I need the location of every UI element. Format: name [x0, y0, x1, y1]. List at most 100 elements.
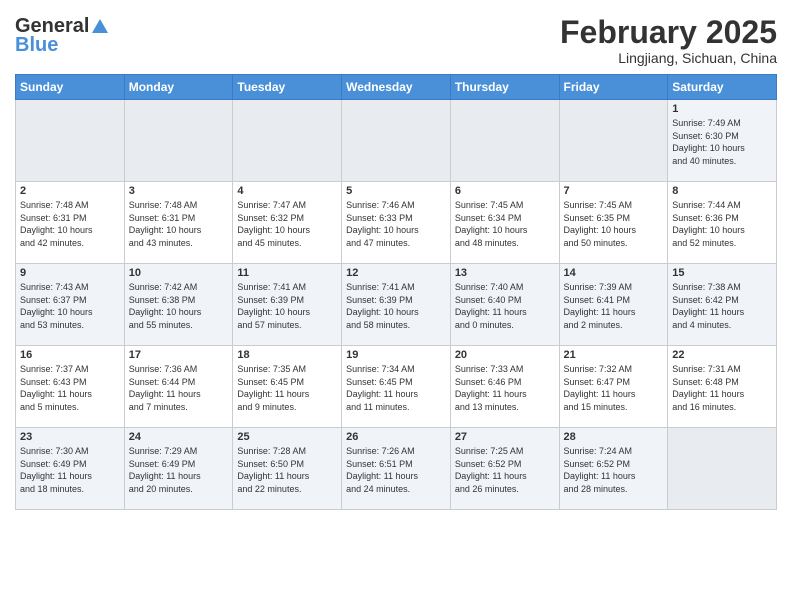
location: Lingjiang, Sichuan, China [560, 50, 777, 66]
calendar-cell: 8 Sunrise: 7:44 AM Sunset: 6:36 PM Daylig… [668, 182, 777, 264]
day-number: 19 [346, 349, 446, 361]
calendar-cell: 28 Sunrise: 7:24 AM Sunset: 6:52 PM Dayli… [559, 428, 668, 510]
logo-blue: Blue [15, 34, 58, 57]
logo-icon [90, 17, 110, 37]
calendar-header-row: SundayMondayTuesdayWednesdayThursdayFrid… [16, 75, 777, 100]
day-number: 17 [129, 349, 229, 361]
calendar-cell [668, 428, 777, 510]
calendar-cell: 21 Sunrise: 7:32 AM Sunset: 6:47 PM Dayli… [559, 346, 668, 428]
header: General Blue February 2025 Lingjiang, Si… [15, 15, 777, 66]
day-info: Sunrise: 7:31 AM Sunset: 6:48 PM Dayligh… [672, 363, 772, 413]
calendar-cell: 14Sunrise: 7:39 AM Sunset: 6:41 PM Dayli… [559, 264, 668, 346]
day-info: Sunrise: 7:41 AM Sunset: 6:39 PM Dayligh… [237, 281, 337, 331]
day-number: 22 [672, 349, 772, 361]
day-number: 3 [129, 185, 229, 197]
day-number: 26 [346, 431, 446, 443]
day-info: Sunrise: 7:45 AM Sunset: 6:34 PM Dayligh… [455, 199, 555, 249]
calendar-cell: 5Sunrise: 7:46 AM Sunset: 6:33 PM Daylig… [342, 182, 451, 264]
calendar-cell: 15 Sunrise: 7:38 AM Sunset: 6:42 PM Dayli… [668, 264, 777, 346]
day-number: 28 [564, 431, 664, 443]
day-info: Sunrise: 7:33 AM Sunset: 6:46 PM Dayligh… [455, 363, 555, 413]
calendar-cell [233, 100, 342, 182]
day-number: 13 [455, 267, 555, 279]
calendar-header-thursday: Thursday [450, 75, 559, 100]
day-info: Sunrise: 7:45 AM Sunset: 6:35 PM Dayligh… [564, 199, 664, 249]
day-number: 10 [129, 267, 229, 279]
calendar-cell: 17 Sunrise: 7:36 AM Sunset: 6:44 PM Dayli… [124, 346, 233, 428]
calendar-header-monday: Monday [124, 75, 233, 100]
calendar-cell: 27 Sunrise: 7:25 AM Sunset: 6:52 PM Dayli… [450, 428, 559, 510]
day-info: Sunrise: 7:44 AM Sunset: 6:36 PM Dayligh… [672, 199, 772, 249]
calendar-header-friday: Friday [559, 75, 668, 100]
day-number: 12 [346, 267, 446, 279]
day-number: 9 [20, 267, 120, 279]
calendar-cell: 18Sunrise: 7:35 AM Sunset: 6:45 PM Dayli… [233, 346, 342, 428]
day-number: 6 [455, 185, 555, 197]
month-title: February 2025 [560, 15, 777, 50]
logo: General Blue [15, 15, 110, 57]
calendar-week-row: 1 Sunrise: 7:49 AM Sunset: 6:30 PM Daylig… [16, 100, 777, 182]
day-number: 7 [564, 185, 664, 197]
day-number: 1 [672, 103, 772, 115]
day-info: Sunrise: 7:37 AM Sunset: 6:43 PM Dayligh… [20, 363, 120, 413]
calendar-cell: 13 Sunrise: 7:40 AM Sunset: 6:40 PM Dayli… [450, 264, 559, 346]
calendar-cell: 1 Sunrise: 7:49 AM Sunset: 6:30 PM Daylig… [668, 100, 777, 182]
calendar-cell: 20 Sunrise: 7:33 AM Sunset: 6:46 PM Dayli… [450, 346, 559, 428]
title-section: February 2025 Lingjiang, Sichuan, China [560, 15, 777, 66]
calendar-cell: 24 Sunrise: 7:29 AM Sunset: 6:49 PM Dayli… [124, 428, 233, 510]
day-info: Sunrise: 7:36 AM Sunset: 6:44 PM Dayligh… [129, 363, 229, 413]
calendar-cell: 10 Sunrise: 7:42 AM Sunset: 6:38 PM Dayli… [124, 264, 233, 346]
day-info: Sunrise: 7:38 AM Sunset: 6:42 PM Dayligh… [672, 281, 772, 331]
day-info: Sunrise: 7:29 AM Sunset: 6:49 PM Dayligh… [129, 445, 229, 495]
calendar-cell: 7 Sunrise: 7:45 AM Sunset: 6:35 PM Daylig… [559, 182, 668, 264]
day-number: 20 [455, 349, 555, 361]
day-number: 15 [672, 267, 772, 279]
day-number: 11 [237, 267, 337, 279]
day-info: Sunrise: 7:48 AM Sunset: 6:31 PM Dayligh… [129, 199, 229, 249]
calendar-cell: 19 Sunrise: 7:34 AM Sunset: 6:45 PM Dayli… [342, 346, 451, 428]
calendar-cell: 4Sunrise: 7:47 AM Sunset: 6:32 PM Daylig… [233, 182, 342, 264]
calendar-cell: 23 Sunrise: 7:30 AM Sunset: 6:49 PM Dayli… [16, 428, 125, 510]
day-info: Sunrise: 7:24 AM Sunset: 6:52 PM Dayligh… [564, 445, 664, 495]
calendar-header-wednesday: Wednesday [342, 75, 451, 100]
calendar-cell [559, 100, 668, 182]
day-info: Sunrise: 7:41 AM Sunset: 6:39 PM Dayligh… [346, 281, 446, 331]
calendar-cell: 25Sunrise: 7:28 AM Sunset: 6:50 PM Dayli… [233, 428, 342, 510]
calendar-cell [342, 100, 451, 182]
calendar-table: SundayMondayTuesdayWednesdayThursdayFrid… [15, 74, 777, 510]
day-number: 24 [129, 431, 229, 443]
calendar-cell [16, 100, 125, 182]
day-info: Sunrise: 7:40 AM Sunset: 6:40 PM Dayligh… [455, 281, 555, 331]
calendar-cell [450, 100, 559, 182]
day-info: Sunrise: 7:48 AM Sunset: 6:31 PM Dayligh… [20, 199, 120, 249]
day-info: Sunrise: 7:28 AM Sunset: 6:50 PM Dayligh… [237, 445, 337, 495]
calendar-cell [124, 100, 233, 182]
calendar-header-sunday: Sunday [16, 75, 125, 100]
page-container: General Blue February 2025 Lingjiang, Si… [0, 0, 792, 612]
calendar-cell: 16 Sunrise: 7:37 AM Sunset: 6:43 PM Dayli… [16, 346, 125, 428]
calendar-cell: 11 Sunrise: 7:41 AM Sunset: 6:39 PM Dayli… [233, 264, 342, 346]
calendar-cell: 3 Sunrise: 7:48 AM Sunset: 6:31 PM Daylig… [124, 182, 233, 264]
day-number: 23 [20, 431, 120, 443]
day-info: Sunrise: 7:34 AM Sunset: 6:45 PM Dayligh… [346, 363, 446, 413]
day-number: 5 [346, 185, 446, 197]
day-info: Sunrise: 7:30 AM Sunset: 6:49 PM Dayligh… [20, 445, 120, 495]
calendar-cell: 12 Sunrise: 7:41 AM Sunset: 6:39 PM Dayli… [342, 264, 451, 346]
calendar-header-saturday: Saturday [668, 75, 777, 100]
day-number: 18 [237, 349, 337, 361]
day-info: Sunrise: 7:43 AM Sunset: 6:37 PM Dayligh… [20, 281, 120, 331]
day-number: 16 [20, 349, 120, 361]
day-info: Sunrise: 7:42 AM Sunset: 6:38 PM Dayligh… [129, 281, 229, 331]
day-number: 14 [564, 267, 664, 279]
day-info: Sunrise: 7:47 AM Sunset: 6:32 PM Dayligh… [237, 199, 337, 249]
day-number: 27 [455, 431, 555, 443]
day-number: 8 [672, 185, 772, 197]
calendar-week-row: 16 Sunrise: 7:37 AM Sunset: 6:43 PM Dayli… [16, 346, 777, 428]
day-info: Sunrise: 7:32 AM Sunset: 6:47 PM Dayligh… [564, 363, 664, 413]
calendar-week-row: 2Sunrise: 7:48 AM Sunset: 6:31 PM Daylig… [16, 182, 777, 264]
calendar-cell: 22 Sunrise: 7:31 AM Sunset: 6:48 PM Dayli… [668, 346, 777, 428]
day-info: Sunrise: 7:25 AM Sunset: 6:52 PM Dayligh… [455, 445, 555, 495]
calendar-week-row: 9 Sunrise: 7:43 AM Sunset: 6:37 PM Daylig… [16, 264, 777, 346]
day-info: Sunrise: 7:49 AM Sunset: 6:30 PM Dayligh… [672, 117, 772, 167]
day-number: 21 [564, 349, 664, 361]
